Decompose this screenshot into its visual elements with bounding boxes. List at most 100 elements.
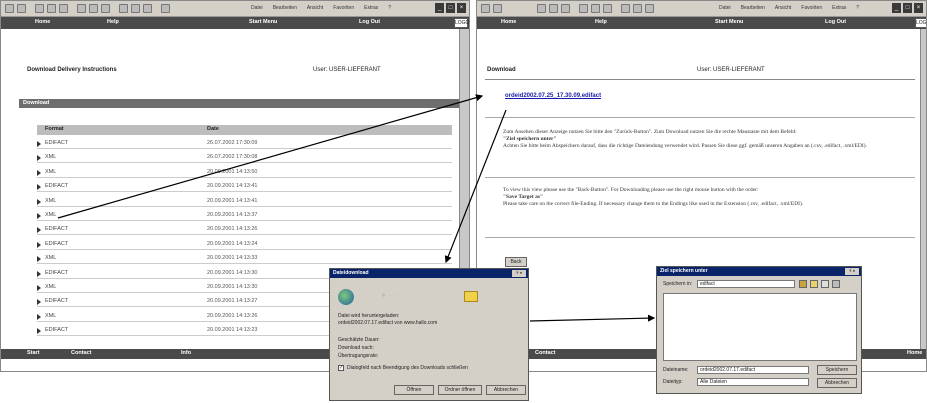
close-icon[interactable]: × [457, 3, 466, 13]
nav-home[interactable]: Home [35, 19, 50, 25]
open-folder-button[interactable]: Ordner öffnen [438, 385, 482, 395]
table-row[interactable]: EDIFACT 20.09.2001 14:13:24 [37, 240, 452, 250]
footer-info[interactable]: Info [181, 350, 191, 356]
table-row[interactable]: XML 20.09.2001 14:13:37 [37, 211, 452, 221]
filetype-select[interactable]: Alle Dateien [697, 378, 809, 386]
close-after-checkbox[interactable]: ✓ [338, 365, 344, 371]
menu-item[interactable]: Favoriten [801, 5, 822, 11]
footer-contact[interactable]: Contact [535, 350, 555, 356]
edit-icon[interactable] [143, 4, 152, 13]
menu-item[interactable]: ? [856, 5, 859, 11]
save-button[interactable]: Speichern [817, 365, 857, 375]
table-row[interactable]: XML 20.09.2001 14:13:50 [37, 168, 452, 178]
menu-item[interactable]: Ansicht [307, 5, 323, 11]
forward-icon[interactable] [17, 4, 26, 13]
instructions-text: Achten Sie bitte beim Abspeichern darauf… [503, 143, 867, 149]
up-folder-icon[interactable] [799, 280, 807, 288]
nav-home[interactable]: Home [501, 19, 516, 25]
menu-item[interactable]: Datei [251, 5, 263, 11]
footer-contact[interactable]: Contact [71, 350, 91, 356]
expand-icon[interactable] [37, 270, 41, 277]
nav-log-out[interactable]: Log Out [825, 19, 846, 25]
filename-field[interactable]: ordeid2002.07.17.edifact [697, 366, 809, 374]
expand-icon[interactable] [37, 285, 41, 291]
menu-item[interactable]: Extras [832, 5, 846, 11]
mail-icon[interactable] [119, 4, 128, 13]
open-button[interactable]: Öffnen [394, 385, 434, 395]
file-browser-pane[interactable] [663, 293, 857, 361]
home-icon[interactable] [561, 4, 570, 13]
maximize-icon[interactable]: □ [903, 3, 912, 13]
cancel-button[interactable]: Abbrechen [486, 385, 526, 395]
favorites-icon[interactable] [89, 4, 98, 13]
expand-icon[interactable] [37, 184, 41, 191]
maximize-icon[interactable]: □ [446, 3, 455, 13]
print-icon[interactable] [633, 4, 642, 13]
menu-item[interactable]: Ansicht [775, 5, 791, 11]
desktop-icon[interactable] [821, 280, 829, 288]
discuss-icon[interactable] [161, 4, 170, 13]
expand-icon[interactable] [37, 299, 41, 306]
edit-icon[interactable] [645, 4, 654, 13]
history-icon[interactable] [603, 4, 612, 13]
menu-item[interactable]: Bearbeiten [741, 5, 765, 11]
save-in-select[interactable]: edifact [697, 280, 795, 288]
window-controls: _ □ × [892, 3, 923, 13]
history-icon[interactable] [101, 4, 110, 13]
print-icon[interactable] [131, 4, 140, 13]
minimize-icon[interactable]: _ [435, 3, 444, 13]
divider [485, 237, 915, 238]
minimize-icon[interactable]: _ [892, 3, 901, 13]
view-menu-icon[interactable] [832, 280, 840, 288]
menu-item[interactable]: Favoriten [333, 5, 354, 11]
menu-item[interactable]: ? [388, 5, 391, 11]
footer-home[interactable]: Home [907, 350, 922, 356]
table-row[interactable]: EDIFACT 26.07.2002 17:30:09 [37, 139, 452, 149]
download-file-link[interactable]: ordeid2002.07.25_17.30.09.edifact [505, 93, 601, 99]
refresh-icon[interactable] [47, 4, 56, 13]
close-icon[interactable]: × [914, 3, 923, 13]
expand-icon[interactable] [37, 227, 41, 234]
cancel-button[interactable]: Abbrechen [817, 378, 857, 388]
new-folder-icon[interactable] [810, 280, 818, 288]
stop-icon[interactable] [537, 4, 546, 13]
nav-start-menu[interactable]: Start Menu [715, 19, 743, 25]
table-row[interactable]: EDIFACT 20.09.2001 14:13:41 [37, 182, 452, 193]
back-icon[interactable] [481, 4, 490, 13]
menu-item[interactable]: Datei [719, 5, 731, 11]
row-format: EDIFACT [45, 298, 69, 305]
expand-icon[interactable] [37, 328, 41, 335]
table-row[interactable]: EDIFACT 20.09.2001 14:13:26 [37, 225, 452, 236]
favorites-icon[interactable] [591, 4, 600, 13]
close-icon[interactable]: ? × [512, 270, 526, 277]
table-row[interactable]: XML 20.09.2001 14:13:33 [37, 254, 452, 265]
expand-icon[interactable] [37, 241, 41, 248]
expand-icon[interactable] [37, 198, 41, 205]
nav-log-out[interactable]: Log Out [359, 19, 380, 25]
forward-icon[interactable] [493, 4, 502, 13]
stop-icon[interactable] [35, 4, 44, 13]
scrollbar[interactable] [920, 29, 926, 349]
back-icon[interactable] [5, 4, 14, 13]
table-row[interactable]: XML 20.09.2001 14:13:41 [37, 197, 452, 207]
search-icon[interactable] [579, 4, 588, 13]
table-row[interactable]: XML 26.07.2002 17:30:08 [37, 153, 452, 164]
expand-icon[interactable] [37, 141, 41, 147]
expand-icon[interactable] [37, 256, 41, 263]
home-icon[interactable] [59, 4, 68, 13]
search-icon[interactable] [77, 4, 86, 13]
close-icon[interactable]: ? × [845, 268, 859, 275]
menu-item[interactable]: Bearbeiten [273, 5, 297, 11]
footer-start[interactable]: Start [27, 350, 40, 356]
nav-help[interactable]: Help [107, 19, 119, 25]
back-button[interactable]: Back [505, 257, 527, 267]
menu-item[interactable]: Extras [364, 5, 378, 11]
mail-icon[interactable] [621, 4, 630, 13]
expand-icon[interactable] [37, 313, 41, 320]
nav-start-menu[interactable]: Start Menu [249, 19, 277, 25]
expand-icon[interactable] [37, 169, 41, 176]
expand-icon[interactable] [37, 155, 41, 162]
expand-icon[interactable] [37, 213, 41, 219]
refresh-icon[interactable] [549, 4, 558, 13]
nav-help[interactable]: Help [595, 19, 607, 25]
